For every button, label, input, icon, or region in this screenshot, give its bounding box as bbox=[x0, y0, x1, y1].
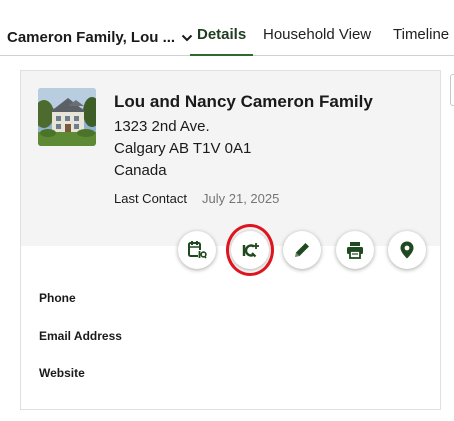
household-selector-label: Cameron Family, Lou ... bbox=[7, 28, 176, 46]
last-contact-date: July 21, 2025 bbox=[202, 191, 280, 206]
edit-button[interactable] bbox=[283, 231, 321, 269]
calendar-iq-icon bbox=[187, 240, 207, 260]
email-address-label: Email Address bbox=[39, 329, 122, 343]
top-navigation: Cameron Family, Lou ... Details Househol… bbox=[0, 0, 454, 56]
map-pin-icon bbox=[397, 240, 417, 260]
website-label: Website bbox=[39, 366, 85, 380]
pencil-icon bbox=[292, 240, 312, 260]
tab-household-view[interactable]: Household View bbox=[263, 26, 371, 55]
print-icon bbox=[345, 240, 365, 260]
household-card: Lou and Nancy Cameron Family 1323 2nd Av… bbox=[20, 70, 441, 410]
side-panel-edge bbox=[450, 74, 454, 106]
iq-add-icon bbox=[240, 240, 260, 260]
print-button[interactable] bbox=[336, 231, 374, 269]
phone-label: Phone bbox=[39, 291, 76, 305]
household-selector[interactable]: Cameron Family, Lou ... bbox=[7, 26, 193, 48]
address-country: Canada bbox=[114, 162, 167, 179]
tab-details[interactable]: Details bbox=[189, 26, 254, 56]
map-button[interactable] bbox=[388, 231, 426, 269]
address-line-1: 1323 2nd Ave. bbox=[114, 118, 210, 135]
address-line-2: Calgary AB T1V 0A1 bbox=[114, 140, 252, 157]
household-photo bbox=[38, 88, 96, 146]
app-root: Cameron Family, Lou ... Details Househol… bbox=[0, 0, 454, 421]
last-contact-label: Last Contact bbox=[114, 191, 187, 206]
household-name: Lou and Nancy Cameron Family bbox=[114, 92, 373, 111]
schedule-button[interactable] bbox=[178, 231, 216, 269]
household-card-header: Lou and Nancy Cameron Family 1323 2nd Av… bbox=[21, 71, 440, 246]
tab-timeline[interactable]: Timeline bbox=[393, 26, 449, 55]
chevron-down-icon bbox=[181, 31, 193, 43]
iq-add-button[interactable] bbox=[231, 231, 269, 269]
